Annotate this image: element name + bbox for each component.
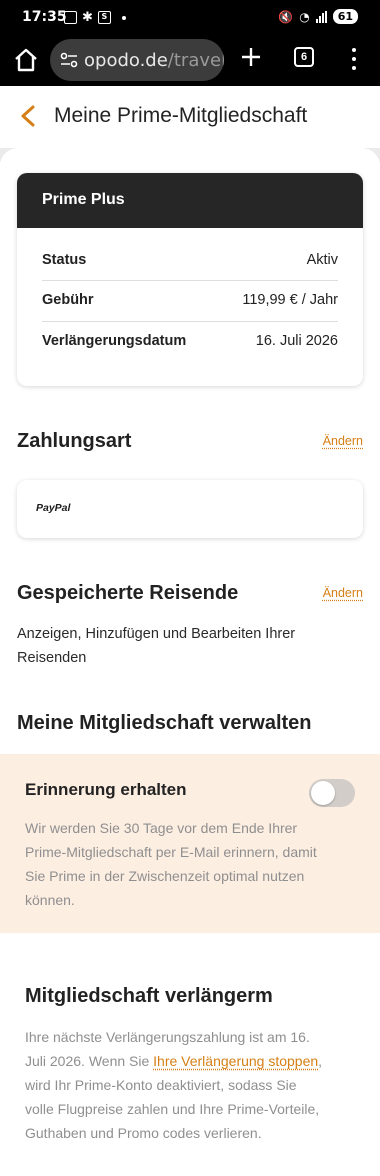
more-menu-icon[interactable] [348, 48, 360, 70]
reminder-title: Erinnerung erhalten [25, 780, 187, 799]
payment-method-card[interactable]: PayPal [17, 480, 363, 538]
fee-value: 119,99 € / Jahr [242, 292, 338, 308]
reminder-panel: Erinnerung erhalten Wir werden Sie 30 Ta… [0, 754, 380, 933]
status-row: Status Aktiv [42, 240, 338, 280]
status-label: Status [42, 252, 87, 268]
battery-icon: 61 [332, 9, 358, 24]
fee-row: Gebühr 119,99 € / Jahr [42, 280, 338, 320]
slack-icon: ✱ [82, 10, 93, 25]
toggle-knob [311, 781, 335, 805]
page-title: Meine Prime-Mitgliedschaft [54, 104, 308, 127]
renewal-section-title: Mitgliedschaft verlängerm [25, 985, 273, 1007]
change-payment-link[interactable]: Ändern [323, 434, 363, 448]
back-arrow-icon[interactable] [18, 104, 40, 128]
s-app-icon: S [97, 11, 111, 24]
membership-plan-title: Prime Plus [17, 173, 363, 228]
wifi-icon: ◔ [299, 9, 310, 24]
url-domain: opodo.de [84, 50, 168, 71]
more-notifications-icon [121, 15, 126, 20]
reminder-description: Wir werden Sie 30 Tage vor dem Ende Ihre… [25, 820, 317, 908]
stop-renewal-link[interactable]: Ihre Verlängerung stoppen [153, 1053, 318, 1069]
screenshot-icon [64, 11, 77, 24]
home-icon[interactable] [13, 47, 39, 73]
renewal-date-label: Verlängerungsdatum [42, 333, 187, 349]
address-bar[interactable]: opodo.de/travel/p [50, 39, 224, 81]
site-settings-icon[interactable] [60, 52, 78, 68]
system-icons: 🔇 ◔ 61 [278, 9, 358, 24]
page-header: Meine Prime-Mitgliedschaft [0, 86, 380, 148]
payment-section-title: Zahlungsart [17, 430, 132, 452]
mute-icon: 🔇 [278, 9, 294, 24]
manage-section-title: Meine Mitgliedschaft verwalten [17, 712, 312, 734]
notification-icons: ✱ S [64, 10, 126, 25]
renewal-description: Ihre nächste Verlängerungszahlung ist am… [25, 1029, 323, 1141]
renewal-date-value: 16. Juli 2026 [255, 333, 338, 349]
signal-icon [315, 10, 327, 23]
paypal-logo: PayPal [36, 502, 71, 514]
url-path: /travel/p [167, 50, 224, 71]
reminder-toggle[interactable] [309, 779, 355, 807]
travellers-description: Anzeigen, Hinzufügen und Bearbeiten Ihre… [17, 626, 296, 666]
new-tab-icon[interactable] [240, 46, 262, 68]
change-travellers-link[interactable]: Ändern [323, 586, 363, 600]
status-value: Aktiv [306, 252, 338, 268]
travellers-section-title: Gespeicherte Reisende [17, 582, 239, 604]
url-text: opodo.de/travel/p [84, 50, 224, 71]
clock: 17:35 [22, 9, 67, 25]
status-bar: 17:35 ✱ S 🔇 ◔ 61 [0, 0, 380, 34]
renewal-date-row: Verlängerungsdatum 16. Juli 2026 [42, 321, 338, 361]
fee-label: Gebühr [42, 292, 94, 308]
browser-toolbar: opodo.de/travel/p 6 [0, 34, 380, 86]
tab-switcher-button[interactable]: 6 [294, 47, 314, 67]
prime-membership-card: Prime Plus Status Aktiv Gebühr 119,99 € … [17, 173, 363, 386]
